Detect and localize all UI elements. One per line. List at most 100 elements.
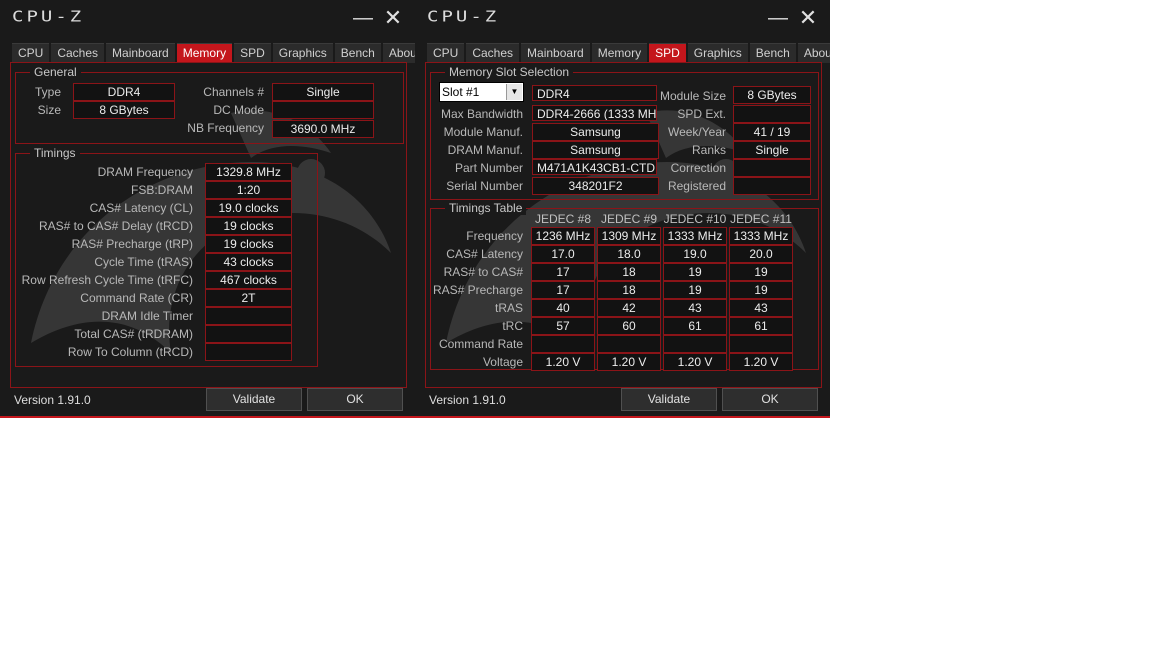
module-size-label: Module Size [659, 89, 726, 103]
total-cas-label: Total CAS# (tRDRAM) [74, 327, 193, 341]
timing-cell: 18 [597, 281, 661, 299]
tab-memory[interactable]: Memory [591, 43, 648, 63]
chevron-down-icon[interactable]: ▼ [506, 84, 522, 100]
channels-label: Channels # [203, 85, 264, 99]
tab-spd[interactable]: SPD [234, 43, 271, 63]
part-number-value: M471A1K43CB1-CTD [532, 159, 657, 175]
tab-graphics[interactable]: Graphics [272, 43, 333, 63]
title-bar[interactable]: CPU-Z — ✕ [0, 0, 415, 36]
cpuz-window-spd: CPU-Z — ✕ CPU Caches Mainboard Memory SP… [415, 0, 830, 418]
max-bandwidth-value: DDR4-2666 (1333 MHz) [532, 105, 657, 121]
spd-ext-value [733, 105, 811, 123]
version-label: Version 1.91.0 [429, 393, 506, 407]
timing-cell: 20.0 [729, 245, 793, 263]
tab-graphics[interactable]: Graphics [687, 43, 748, 63]
tab-bench[interactable]: Bench [749, 43, 796, 63]
serial-number-value: 348201F2 [532, 177, 659, 195]
timing-cell: 61 [663, 317, 727, 335]
spd-panel: Memory Slot Selection Slot #1 ▼ DDR4 Mod… [425, 62, 822, 388]
timings-title: Timings [30, 146, 80, 160]
window-accent-line [0, 416, 415, 418]
timing-cell: 18 [597, 263, 661, 281]
memory-type-value: DDR4 [532, 85, 657, 101]
timing-row-label: Frequency [466, 229, 523, 243]
timing-cell: 60 [597, 317, 661, 335]
tab-cpu[interactable]: CPU [12, 43, 50, 63]
type-value: DDR4 [73, 83, 175, 101]
slot-selection-group: Memory Slot Selection Slot #1 ▼ DDR4 Mod… [430, 65, 819, 200]
tab-caches[interactable]: Caches [51, 43, 105, 63]
nb-frequency-value: 3690.0 MHz [272, 120, 374, 138]
timing-cell: 43 [729, 299, 793, 317]
title-bar[interactable]: CPU-Z — ✕ [415, 0, 830, 36]
command-rate-value: 2T [205, 289, 292, 307]
dcmode-value [272, 101, 374, 119]
timing-cell: 43 [663, 299, 727, 317]
tab-about[interactable]: About [797, 43, 830, 63]
minimize-button[interactable]: — [351, 6, 375, 30]
tras-value: 43 clocks [205, 253, 292, 271]
correction-value [733, 159, 811, 177]
channels-value: Single [272, 83, 374, 101]
tab-bench[interactable]: Bench [334, 43, 381, 63]
dram-frequency-label: DRAM Frequency [97, 165, 193, 179]
column-header: JEDEC #8 [534, 212, 592, 226]
ok-button[interactable]: OK [722, 388, 818, 411]
tab-cpu[interactable]: CPU [427, 43, 465, 63]
dram-frequency-value: 1329.8 MHz [205, 163, 292, 181]
timing-row-label: tRC [502, 319, 523, 333]
memory-panel: General Type DDR4 Size 8 GBytes Channels… [10, 62, 407, 388]
registered-label: Registered [667, 179, 726, 193]
ok-button[interactable]: OK [307, 388, 403, 411]
tab-memory[interactable]: Memory [176, 43, 233, 63]
slot-select-value: Slot #1 [442, 85, 480, 99]
row-to-column-label: Row To Column (tRCD) [67, 345, 193, 359]
trcd-value: 19 clocks [205, 217, 292, 235]
timing-cell: 19 [729, 281, 793, 299]
validate-button[interactable]: Validate [621, 388, 717, 411]
timing-cell: 1.20 V [663, 353, 727, 371]
timing-cell: 19.0 [663, 245, 727, 263]
trp-value: 19 clocks [205, 235, 292, 253]
tab-mainboard[interactable]: Mainboard [106, 43, 175, 63]
slot-select[interactable]: Slot #1 ▼ [439, 82, 524, 102]
tab-bar: CPU Caches Mainboard Memory SPD Graphics… [12, 43, 415, 63]
timing-row-label: tRAS [494, 301, 523, 315]
tab-about[interactable]: About [382, 43, 415, 63]
timing-cell: 1309 MHz [597, 227, 661, 245]
minimize-button[interactable]: — [766, 6, 790, 30]
close-button[interactable]: ✕ [381, 6, 405, 30]
timings-group: Timings DRAM Frequency 1329.8 MHz FSB:DR… [15, 146, 318, 367]
fsb-dram-label: FSB:DRAM [130, 183, 193, 197]
tras-label: Cycle Time (tRAS) [94, 255, 193, 269]
close-button[interactable]: ✕ [796, 6, 820, 30]
timing-row-label: CAS# Latency [446, 247, 523, 261]
week-year-label: Week/Year [667, 125, 726, 139]
spd-ext-label: SPD Ext. [677, 107, 726, 121]
tab-mainboard[interactable]: Mainboard [521, 43, 590, 63]
dram-manuf-value: Samsung [532, 141, 659, 159]
fsb-dram-value: 1:20 [205, 181, 292, 199]
week-year-value: 41 / 19 [733, 123, 811, 141]
dram-idle-timer-value [205, 307, 292, 325]
timing-cell: 1236 MHz [531, 227, 595, 245]
slot-selection-title: Memory Slot Selection [445, 65, 574, 79]
timing-cell: 19 [729, 263, 793, 281]
timing-cell: 1333 MHz [663, 227, 727, 245]
timing-cell: 18.0 [597, 245, 661, 263]
dram-idle-timer-label: DRAM Idle Timer [101, 309, 193, 323]
tab-caches[interactable]: Caches [466, 43, 520, 63]
trfc-value: 467 clocks [205, 271, 292, 289]
part-number-label: Part Number [454, 161, 523, 175]
validate-button[interactable]: Validate [206, 388, 302, 411]
app-logo: CPU-Z [12, 8, 85, 26]
column-header: JEDEC #11 [730, 212, 792, 226]
tab-spd[interactable]: SPD [649, 43, 686, 63]
timings-table-title: Timings Table [445, 201, 527, 215]
column-header: JEDEC #9 [600, 212, 658, 226]
module-manuf-label: Module Manuf. [443, 125, 523, 139]
dram-manuf-label: DRAM Manuf. [447, 143, 523, 157]
row-to-column-value [205, 343, 292, 361]
size-value: 8 GBytes [73, 101, 175, 119]
timing-row-label: RAS# to CAS# [443, 265, 523, 279]
